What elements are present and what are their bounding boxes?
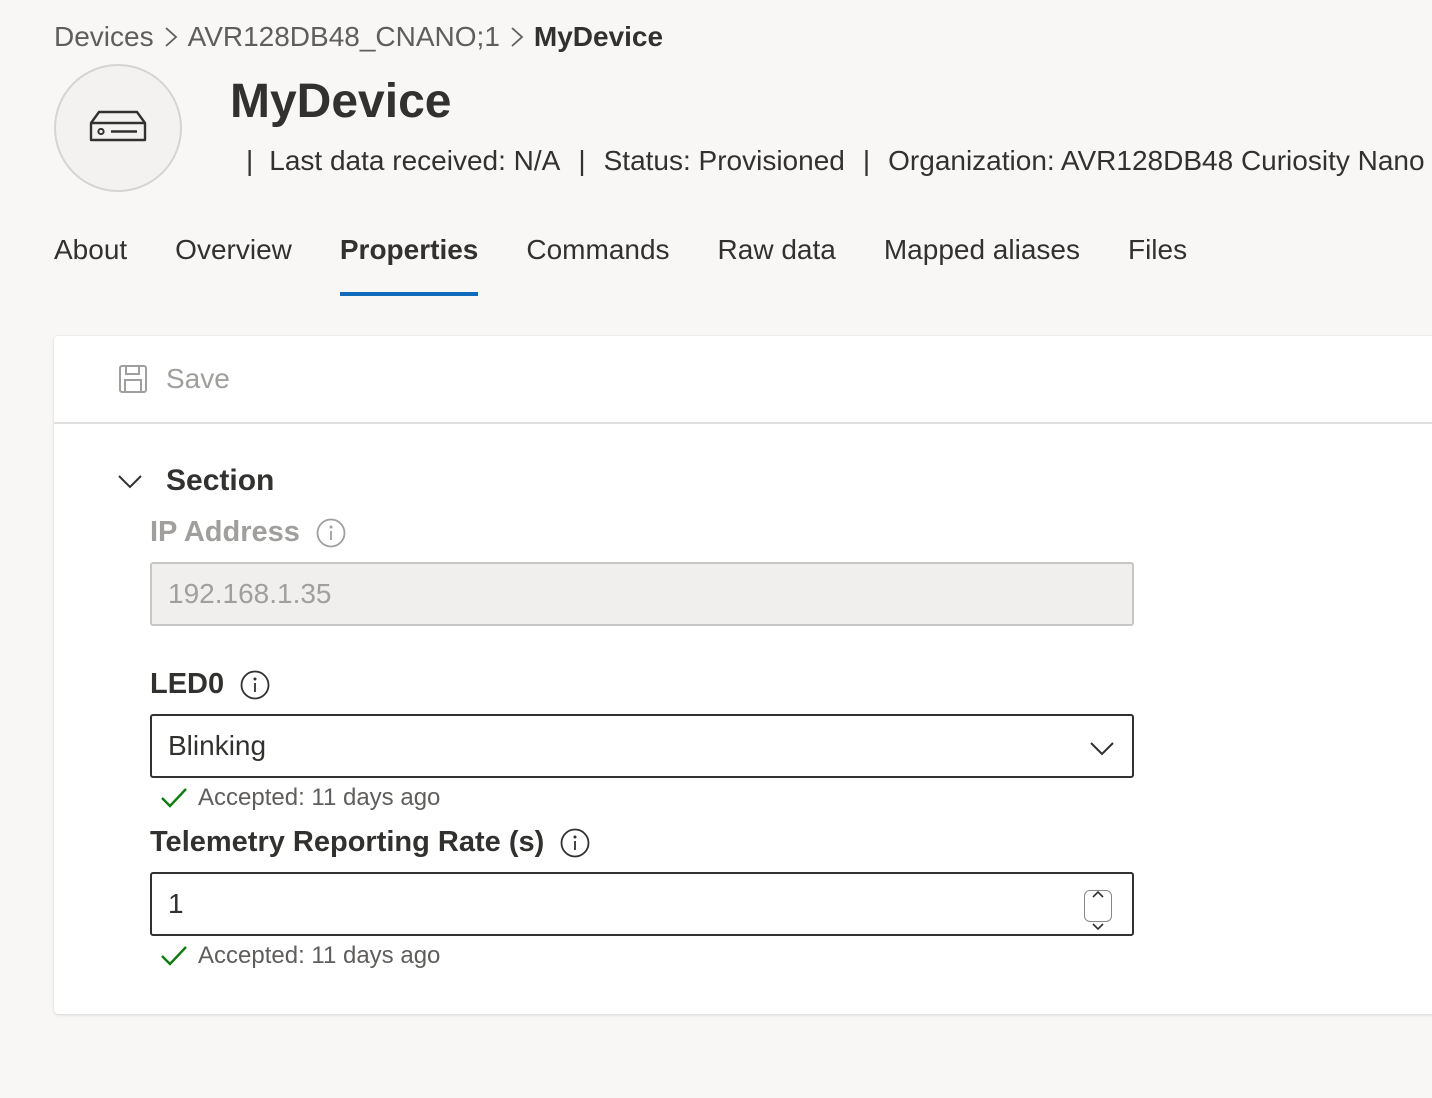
- tab-bar: About Overview Properties Commands Raw d…: [54, 226, 1235, 296]
- separator: |: [246, 145, 254, 176]
- telemetry-rate-status-text: Accepted: 11 days ago: [198, 942, 441, 969]
- led0-label-text: LED0: [150, 668, 225, 700]
- ip-address-label-text: IP Address: [150, 516, 300, 548]
- led0-status: Accepted: 11 days ago: [160, 784, 440, 812]
- tab-raw-data[interactable]: Raw data: [718, 226, 836, 296]
- info-icon[interactable]: [560, 828, 590, 858]
- properties-card: Save Section IP Address 192.168.1.35 LED…: [54, 336, 1432, 1014]
- spin-up-icon[interactable]: [1091, 874, 1105, 906]
- tab-overview[interactable]: Overview: [175, 226, 292, 296]
- led0-dropdown[interactable]: Blinking: [150, 714, 1134, 778]
- separator: |: [862, 145, 871, 176]
- toolbar: Save: [54, 336, 1432, 424]
- telemetry-rate-input[interactable]: 1: [150, 872, 1134, 936]
- chevron-down-icon: [116, 467, 144, 495]
- tab-properties[interactable]: Properties: [339, 226, 478, 296]
- number-stepper[interactable]: [1084, 890, 1112, 931]
- led0-status-text: Accepted: 11 days ago: [198, 784, 441, 811]
- ip-address-field: 192.168.1.35: [150, 562, 1134, 626]
- last-data-received: Last data received: N/A: [269, 145, 561, 176]
- save-icon: [118, 364, 148, 394]
- save-button[interactable]: Save: [118, 363, 230, 395]
- ip-address-value: 192.168.1.35: [168, 578, 332, 609]
- led0-selected-value: Blinking: [168, 730, 267, 761]
- telemetry-rate-label-text: Telemetry Reporting Rate (s): [150, 826, 545, 858]
- separator: |: [578, 145, 586, 176]
- checkmark-icon: [160, 784, 188, 812]
- section-header[interactable]: Section: [116, 464, 274, 498]
- breadcrumb-current-device: MyDevice: [533, 21, 664, 52]
- device-avatar: [54, 64, 182, 192]
- chevron-down-icon: [1088, 734, 1116, 762]
- page-title: MyDevice: [230, 75, 452, 128]
- tab-commands[interactable]: Commands: [526, 226, 669, 296]
- device-metadata: | Last data received: N/A | Status: Prov…: [246, 145, 1425, 177]
- chevron-right-icon: [500, 26, 534, 48]
- checkmark-icon: [160, 942, 188, 970]
- save-label: Save: [166, 363, 230, 394]
- telemetry-rate-status: Accepted: 11 days ago: [160, 942, 440, 970]
- ip-address-label: IP Address: [150, 516, 346, 549]
- device-icon: [89, 109, 147, 148]
- breadcrumb-template[interactable]: AVR128DB48_CNANO;1: [188, 21, 500, 53]
- tab-about[interactable]: About: [54, 226, 127, 296]
- device-organization: Organization: AVR128DB48 Curiosity Nano: [888, 145, 1425, 176]
- led0-label: LED0: [150, 668, 270, 701]
- info-icon[interactable]: [240, 670, 270, 700]
- device-status: Status: Provisioned: [603, 145, 845, 176]
- breadcrumb-devices[interactable]: Devices: [54, 21, 154, 53]
- spin-down-icon[interactable]: [1091, 906, 1105, 938]
- telemetry-rate-value: 1: [168, 888, 184, 919]
- info-icon[interactable]: [316, 518, 346, 548]
- chevron-right-icon: [154, 26, 188, 48]
- telemetry-rate-label: Telemetry Reporting Rate (s): [150, 826, 590, 859]
- tab-files[interactable]: Files: [1128, 226, 1187, 296]
- breadcrumb: Devices AVR128DB48_CNANO;1 MyDevice: [54, 18, 663, 56]
- tab-mapped-aliases[interactable]: Mapped aliases: [884, 226, 1080, 296]
- section-title: Section: [166, 464, 275, 497]
